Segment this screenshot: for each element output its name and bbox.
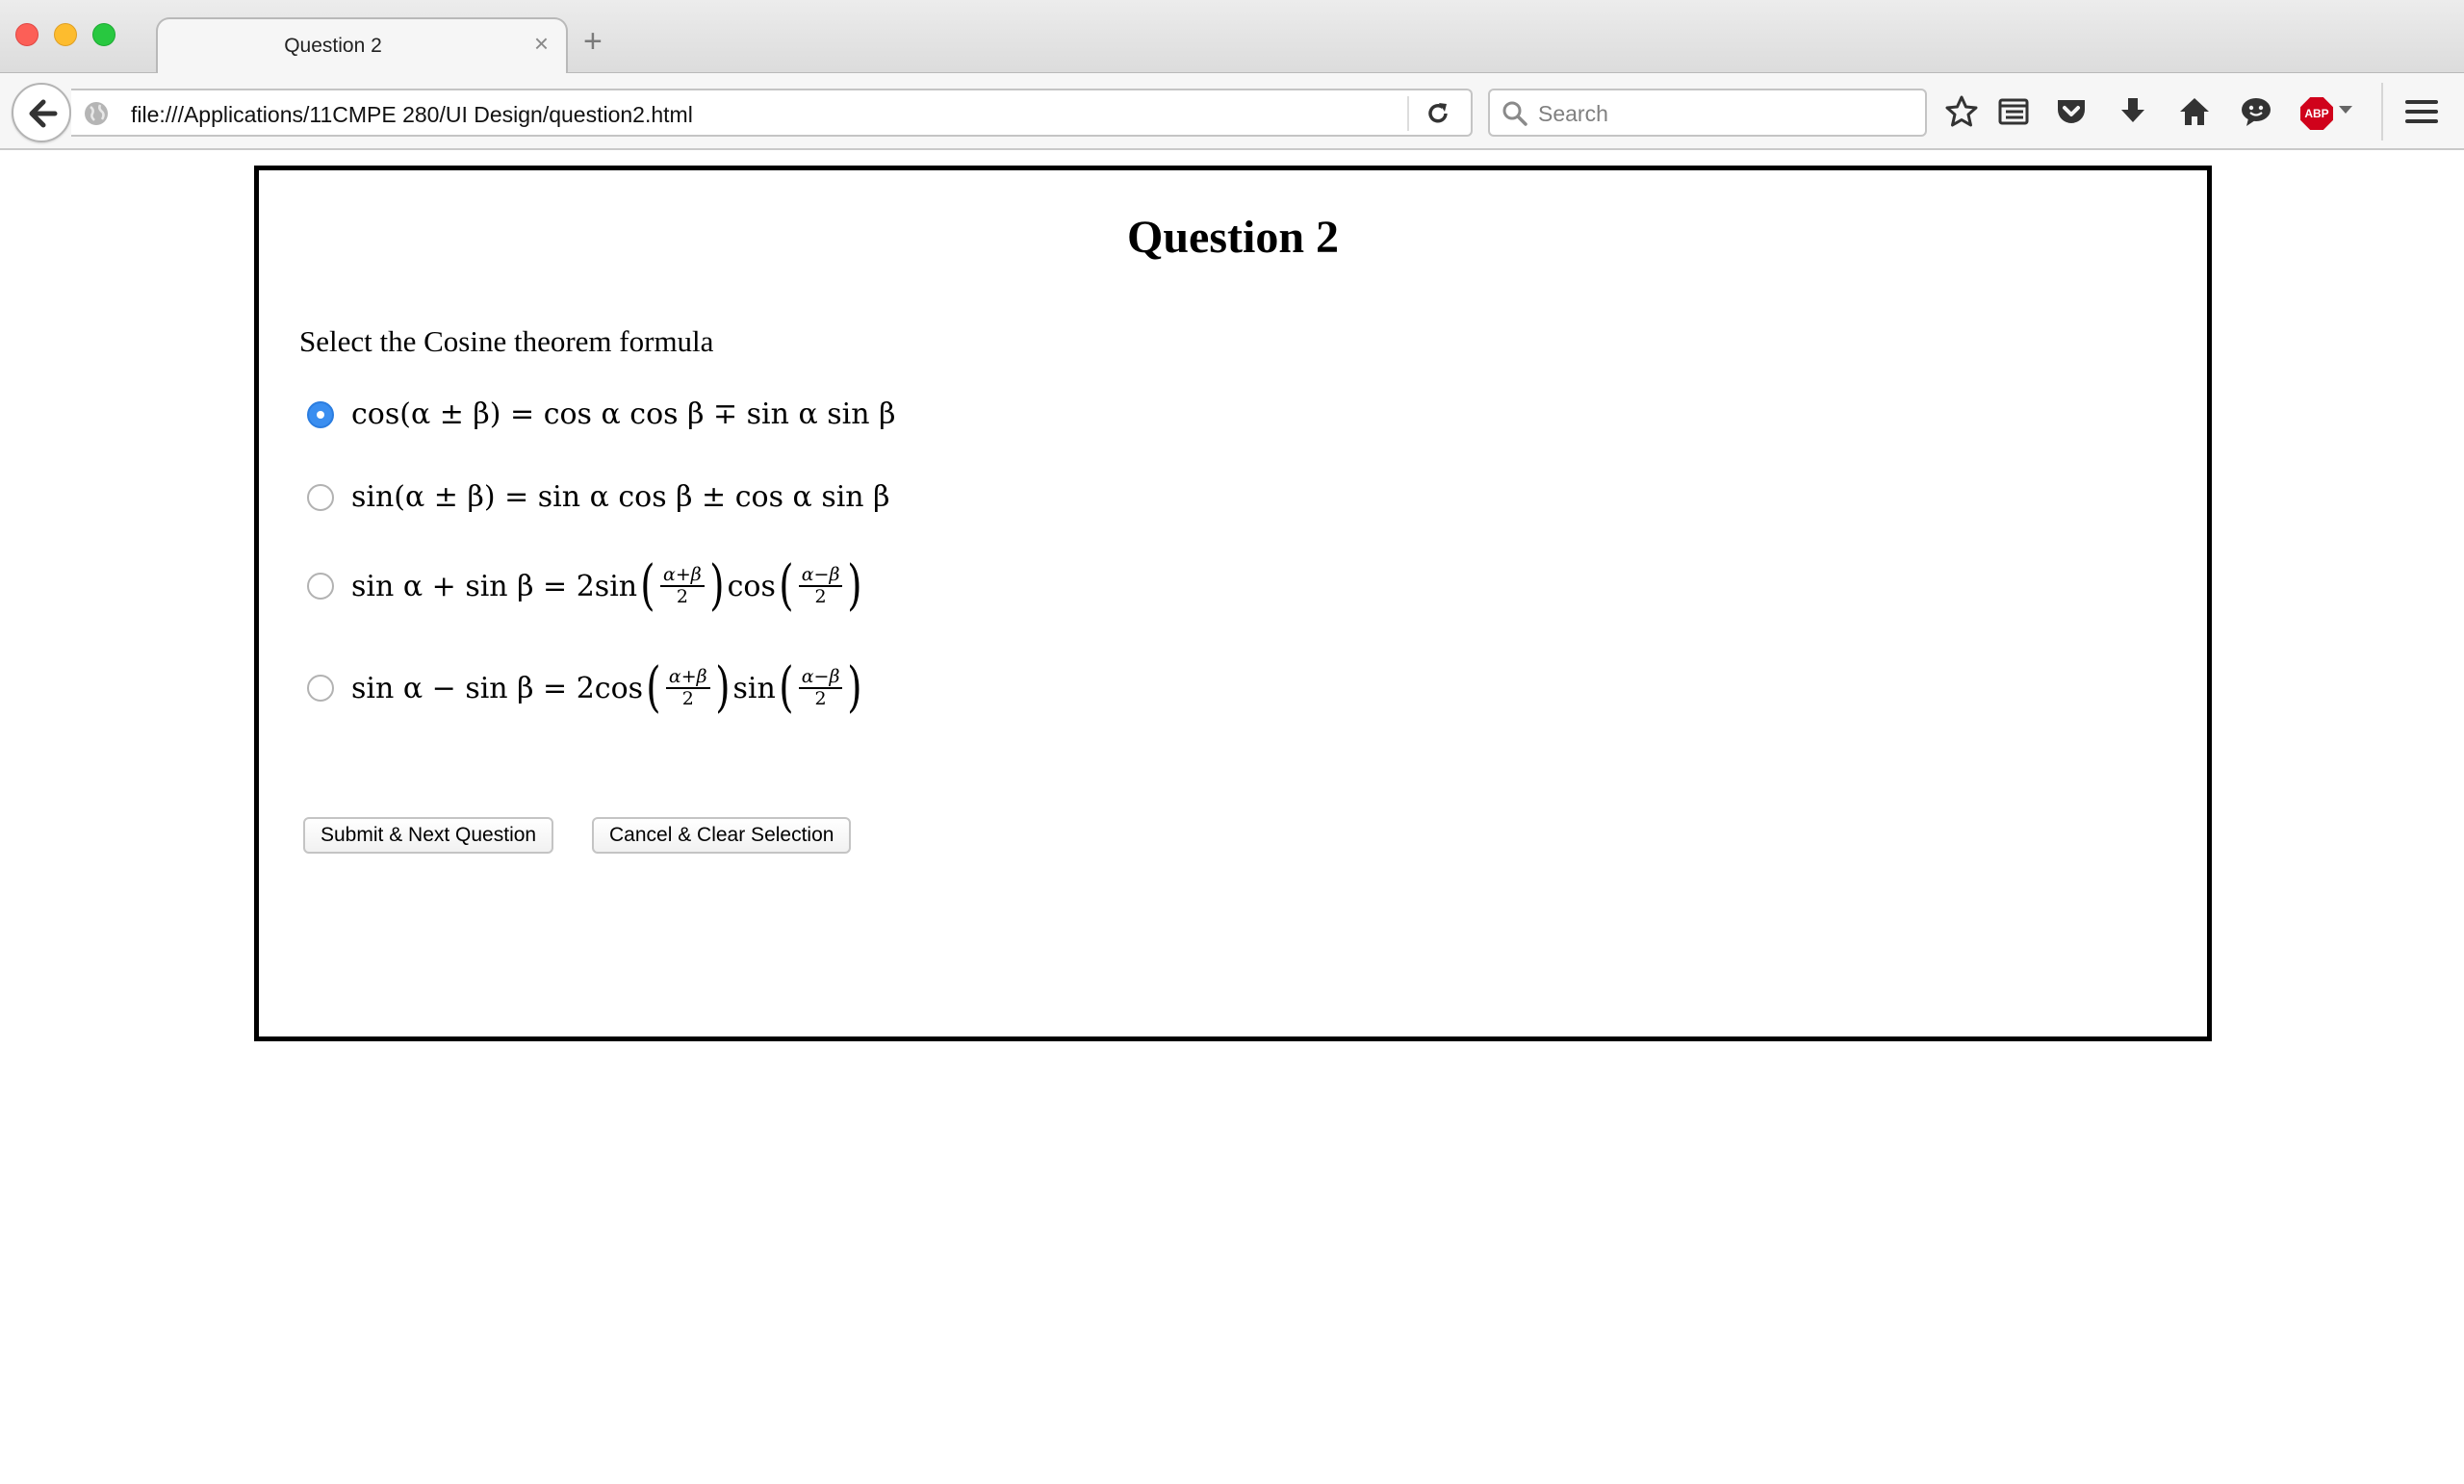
close-paren: ) xyxy=(847,656,863,719)
tab-close-icon[interactable]: × xyxy=(534,29,549,59)
close-paren: ) xyxy=(847,554,863,617)
question-box: Question 2 Select the Cosine theorem for… xyxy=(254,166,2212,1041)
fraction-denominator: 2 xyxy=(676,586,688,607)
search-icon xyxy=(1502,101,1527,126)
radio-button-option-2[interactable] xyxy=(307,483,334,511)
question-prompt: Select the Cosine theorem formula xyxy=(299,324,714,358)
option-4-formula: sin α − sin β = 2cos ( α+β 2 ) sin ( α−β… xyxy=(351,661,865,715)
window-maximize-button[interactable] xyxy=(92,23,116,46)
radio-button-option-3[interactable] xyxy=(307,573,334,600)
option-3-mid: cos xyxy=(727,569,776,603)
navigation-toolbar: file:///Applications/11CMPE 280/UI Desig… xyxy=(0,73,2464,150)
url-text[interactable]: file:///Applications/11CMPE 280/UI Desig… xyxy=(131,102,693,128)
globe-icon xyxy=(85,102,108,125)
reading-list-icon[interactable] xyxy=(1996,94,2035,133)
tab-title: Question 2 xyxy=(284,35,382,57)
fraction-numerator: α−β xyxy=(798,565,843,587)
pocket-icon[interactable] xyxy=(2054,94,2092,133)
option-3-fraction-2: α−β 2 xyxy=(798,565,843,607)
answer-option-4[interactable]: sin α − sin β = 2cos ( α+β 2 ) sin ( α−β… xyxy=(307,661,865,715)
option-1-formula: cos(α ± β) = cos α cos β ∓ sin α sin β xyxy=(351,397,896,431)
radio-button-option-4[interactable] xyxy=(307,675,334,702)
new-tab-button[interactable]: + xyxy=(583,25,603,58)
toolbar-separator xyxy=(2381,83,2383,141)
page-title: Question 2 xyxy=(1126,212,1340,263)
answer-option-1[interactable]: cos(α ± β) = cos α cos β ∓ sin α sin β xyxy=(307,397,895,431)
window-close-button[interactable] xyxy=(15,23,38,46)
cancel-clear-button[interactable]: Cancel & Clear Selection xyxy=(592,817,852,854)
radio-button-option-1[interactable] xyxy=(307,400,334,428)
open-paren: ( xyxy=(779,656,794,719)
search-input[interactable] xyxy=(1538,98,1913,129)
option-3-formula: sin α + sin β = 2sin ( α+β 2 ) cos ( α−β… xyxy=(351,559,865,613)
option-4-mid: sin xyxy=(732,671,776,705)
answer-option-3[interactable]: sin α + sin β = 2sin ( α+β 2 ) cos ( α−β… xyxy=(307,559,865,613)
close-paren: ) xyxy=(714,656,731,719)
open-paren: ( xyxy=(640,554,655,617)
adblock-icon[interactable]: ABP xyxy=(2300,97,2333,130)
option-4-lhs: sin α − sin β = 2cos xyxy=(351,671,644,705)
answer-option-2[interactable]: sin(α ± β) = sin α cos β ± cos α sin β xyxy=(307,480,890,514)
page-content: Question 2 Select the Cosine theorem for… xyxy=(0,152,2464,1484)
option-4-fraction-1: α+β 2 xyxy=(665,667,710,709)
fraction-numerator: α+β xyxy=(665,667,710,689)
browser-tab[interactable]: Question 2 × xyxy=(156,17,568,75)
option-3-fraction-1: α+β 2 xyxy=(659,565,705,607)
close-paren: ) xyxy=(709,554,725,617)
option-4-fraction-2: α−β 2 xyxy=(798,667,843,709)
search-bar[interactable] xyxy=(1488,89,1927,137)
option-3-lhs: sin α + sin β = 2sin xyxy=(351,569,638,603)
option-2-formula: sin(α ± β) = sin α cos β ± cos α sin β xyxy=(351,480,890,514)
fraction-numerator: α−β xyxy=(798,667,843,689)
window-minimize-button[interactable] xyxy=(54,23,77,46)
adblock-dropdown-caret-icon[interactable] xyxy=(2339,106,2352,114)
hamburger-menu-icon[interactable] xyxy=(2404,94,2443,133)
home-icon[interactable] xyxy=(2177,94,2216,133)
submit-next-button[interactable]: Submit & Next Question xyxy=(303,817,554,854)
url-divider xyxy=(1407,96,1409,131)
chat-icon[interactable] xyxy=(2239,94,2277,133)
download-icon[interactable] xyxy=(2116,94,2154,133)
window-titlebar: Question 2 × + xyxy=(0,0,2464,75)
fraction-denominator: 2 xyxy=(814,688,827,709)
bookmark-star-icon[interactable] xyxy=(1944,94,1983,133)
back-arrow-icon xyxy=(29,99,58,128)
open-paren: ( xyxy=(646,656,661,719)
open-paren: ( xyxy=(779,554,794,617)
address-bar[interactable]: file:///Applications/11CMPE 280/UI Desig… xyxy=(71,89,1473,137)
fraction-denominator: 2 xyxy=(814,586,827,607)
reload-icon[interactable] xyxy=(1424,100,1451,127)
back-button[interactable] xyxy=(12,83,71,142)
fraction-denominator: 2 xyxy=(681,688,694,709)
fraction-numerator: α+β xyxy=(659,565,705,587)
